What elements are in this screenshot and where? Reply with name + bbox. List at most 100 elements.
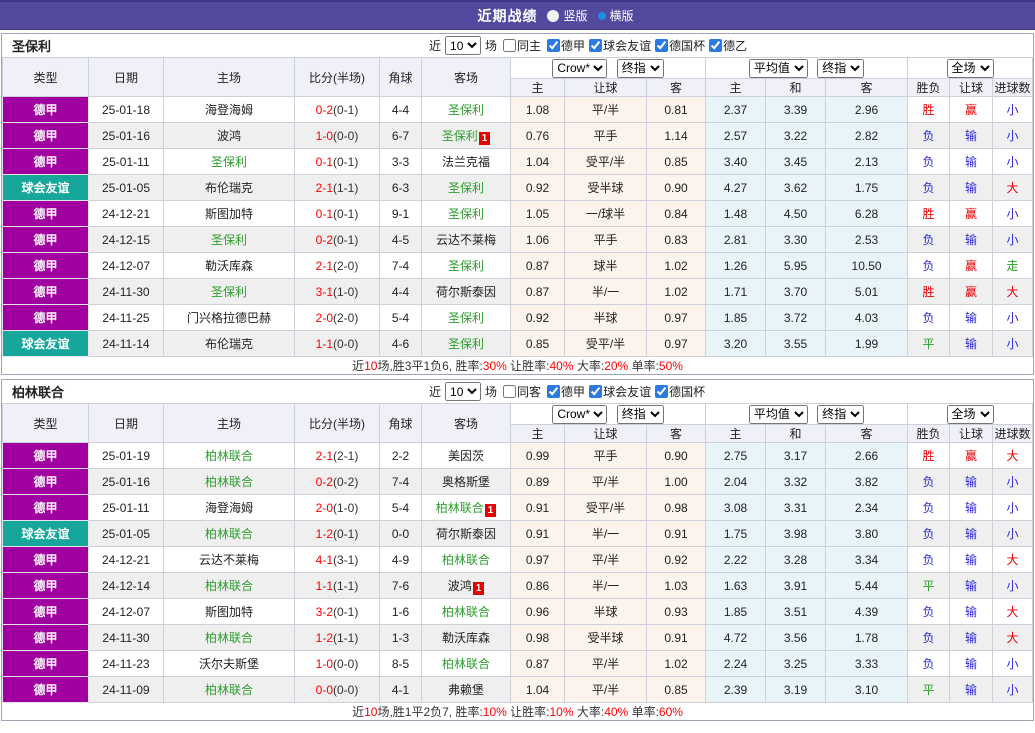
- home-team-cell: 柏林联合: [163, 520, 295, 547]
- league-filter[interactable]: 德甲: [547, 37, 585, 54]
- away-team-link[interactable]: 法兰克福: [442, 155, 490, 169]
- away-team-link[interactable]: 奥格斯堡: [442, 475, 490, 489]
- home-team-link[interactable]: 斯图加特: [205, 207, 253, 221]
- same-venue-checkbox[interactable]: [503, 385, 517, 398]
- avg-draw: 4.50: [765, 200, 827, 227]
- away-team-link[interactable]: 柏林联合: [442, 553, 490, 567]
- league-filter-checkbox[interactable]: [589, 39, 603, 52]
- odds-stage-select[interactable]: 终指: [616, 404, 664, 424]
- radio-horizontal-icon[interactable]: [597, 11, 606, 20]
- odds-away: 0.85: [645, 148, 707, 175]
- home-team-link[interactable]: 勒沃库森: [205, 259, 253, 273]
- away-team-link[interactable]: 圣保利: [448, 311, 484, 325]
- home-team-link[interactable]: 布伦瑞克: [205, 181, 253, 195]
- recent-count-select[interactable]: 10: [445, 36, 482, 55]
- scope-select[interactable]: 全场: [946, 404, 994, 424]
- recent-count-select[interactable]: 10: [445, 382, 482, 401]
- same-venue-checkbox[interactable]: [503, 39, 517, 52]
- home-team-link[interactable]: 海登海姆: [205, 501, 253, 515]
- away-team-link[interactable]: 荷尔斯泰因: [436, 527, 496, 541]
- league-filter[interactable]: 德乙: [709, 37, 747, 54]
- odds-home: 0.98: [510, 624, 565, 651]
- away-team-link[interactable]: 圣保利: [448, 259, 484, 273]
- league-filter-checkbox[interactable]: [655, 39, 669, 52]
- summary-line: 近10场,胜1平2负7, 胜率:10% 让胜率:10% 大率:40% 单率:60…: [2, 702, 1033, 720]
- odds-company-select[interactable]: Crow*: [552, 58, 608, 78]
- halftime-score: (0-0): [333, 128, 359, 143]
- odds-stage-select[interactable]: 终指: [616, 58, 664, 78]
- league-filter-checkbox[interactable]: [709, 39, 723, 52]
- league-filter-checkbox[interactable]: [547, 385, 561, 398]
- league-filter[interactable]: 德甲: [547, 383, 585, 400]
- avg-stage-select[interactable]: 终指: [817, 58, 865, 78]
- sub-header-avg-away: 客: [825, 424, 909, 443]
- score-cell: 2-0(1-0): [294, 494, 380, 521]
- league-filter[interactable]: 德国杯: [655, 37, 705, 54]
- scope-select[interactable]: 全场: [946, 58, 994, 78]
- home-team-link[interactable]: 柏林联合: [205, 683, 253, 697]
- away-team-link[interactable]: 勒沃库森: [442, 631, 490, 645]
- away-team-link[interactable]: 美因茨: [448, 449, 484, 463]
- away-team-link[interactable]: 柏林联合: [442, 657, 490, 671]
- home-team-link[interactable]: 柏林联合: [205, 475, 253, 489]
- home-team-link[interactable]: 海登海姆: [205, 103, 253, 117]
- home-team-link[interactable]: 圣保利: [211, 233, 247, 247]
- away-team-link[interactable]: 柏林联合: [442, 605, 490, 619]
- away-team-link[interactable]: 弗赖堡: [448, 683, 484, 697]
- away-team-link[interactable]: 圣保利: [448, 207, 484, 221]
- league-filter[interactable]: 德国杯: [655, 383, 705, 400]
- home-team-link[interactable]: 柏林联合: [205, 527, 253, 541]
- view-option-vertical[interactable]: 竖版: [547, 7, 588, 24]
- radio-vertical-icon[interactable]: [547, 9, 560, 22]
- corner-cell: 7-4: [379, 468, 422, 495]
- avg-source-select[interactable]: 平均值: [748, 58, 808, 78]
- home-team-link[interactable]: 门兴格拉德巴赫: [187, 311, 271, 325]
- league-filter[interactable]: 球会友谊: [589, 37, 651, 54]
- away-team-link[interactable]: 柏林联合: [436, 501, 484, 515]
- same-venue-filter[interactable]: 同主: [503, 37, 541, 54]
- corner-cell: 0-0: [379, 520, 422, 547]
- league-filter-checkbox[interactable]: [655, 385, 669, 398]
- home-team-link[interactable]: 云达不莱梅: [199, 553, 259, 567]
- league-filter-checkbox[interactable]: [589, 385, 603, 398]
- avg-draw: 3.62: [765, 174, 827, 201]
- away-team-link[interactable]: 波鸿: [448, 579, 472, 593]
- avg-stage-select[interactable]: 终指: [817, 404, 865, 424]
- home-team-link[interactable]: 沃尔夫斯堡: [199, 657, 259, 671]
- result-handicap: 输: [949, 650, 994, 677]
- away-team-link[interactable]: 圣保利: [448, 103, 484, 117]
- same-venue-filter[interactable]: 同客: [503, 383, 541, 400]
- result-winloss: 负: [907, 494, 951, 521]
- score-cell: 1-2(1-1): [294, 624, 380, 651]
- home-team-link[interactable]: 柏林联合: [205, 449, 253, 463]
- league-filter-checkbox[interactable]: [547, 39, 561, 52]
- sub-header-handicap-result: 让球: [949, 424, 994, 443]
- home-team-link[interactable]: 柏林联合: [205, 631, 253, 645]
- home-team-link[interactable]: 圣保利: [211, 285, 247, 299]
- league-filter[interactable]: 球会友谊: [589, 383, 651, 400]
- home-team-link[interactable]: 圣保利: [211, 155, 247, 169]
- home-team-link[interactable]: 布伦瑞克: [205, 337, 253, 351]
- odds-handicap: 平/半: [564, 468, 647, 495]
- result-winloss: 负: [907, 304, 951, 331]
- view-option-horizontal[interactable]: 横版: [597, 7, 634, 24]
- result-goals: 小: [992, 468, 1033, 495]
- away-team-link[interactable]: 圣保利: [448, 337, 484, 351]
- avg-source-select[interactable]: 平均值: [748, 404, 808, 424]
- away-team-link[interactable]: 云达不莱梅: [436, 233, 496, 247]
- result-winloss: 平: [907, 676, 951, 703]
- col-header-away: 客场: [421, 403, 511, 443]
- away-team-link[interactable]: 荷尔斯泰因: [436, 285, 496, 299]
- home-team-link[interactable]: 柏林联合: [205, 579, 253, 593]
- home-team-link[interactable]: 斯图加特: [205, 605, 253, 619]
- home-team-link[interactable]: 波鸿: [217, 129, 241, 143]
- avg-away: 2.34: [825, 494, 909, 521]
- odds-away: 0.91: [645, 520, 707, 547]
- league-filter-label: 球会友谊: [603, 385, 652, 399]
- summary-segment: 场,胜3平1负6, 胜率:: [377, 359, 483, 373]
- away-team-cell: 美因茨: [421, 442, 511, 469]
- avg-draw: 3.25: [765, 650, 827, 677]
- away-team-link[interactable]: 圣保利: [442, 129, 478, 143]
- away-team-link[interactable]: 圣保利: [448, 181, 484, 195]
- odds-company-select[interactable]: Crow*: [552, 404, 608, 424]
